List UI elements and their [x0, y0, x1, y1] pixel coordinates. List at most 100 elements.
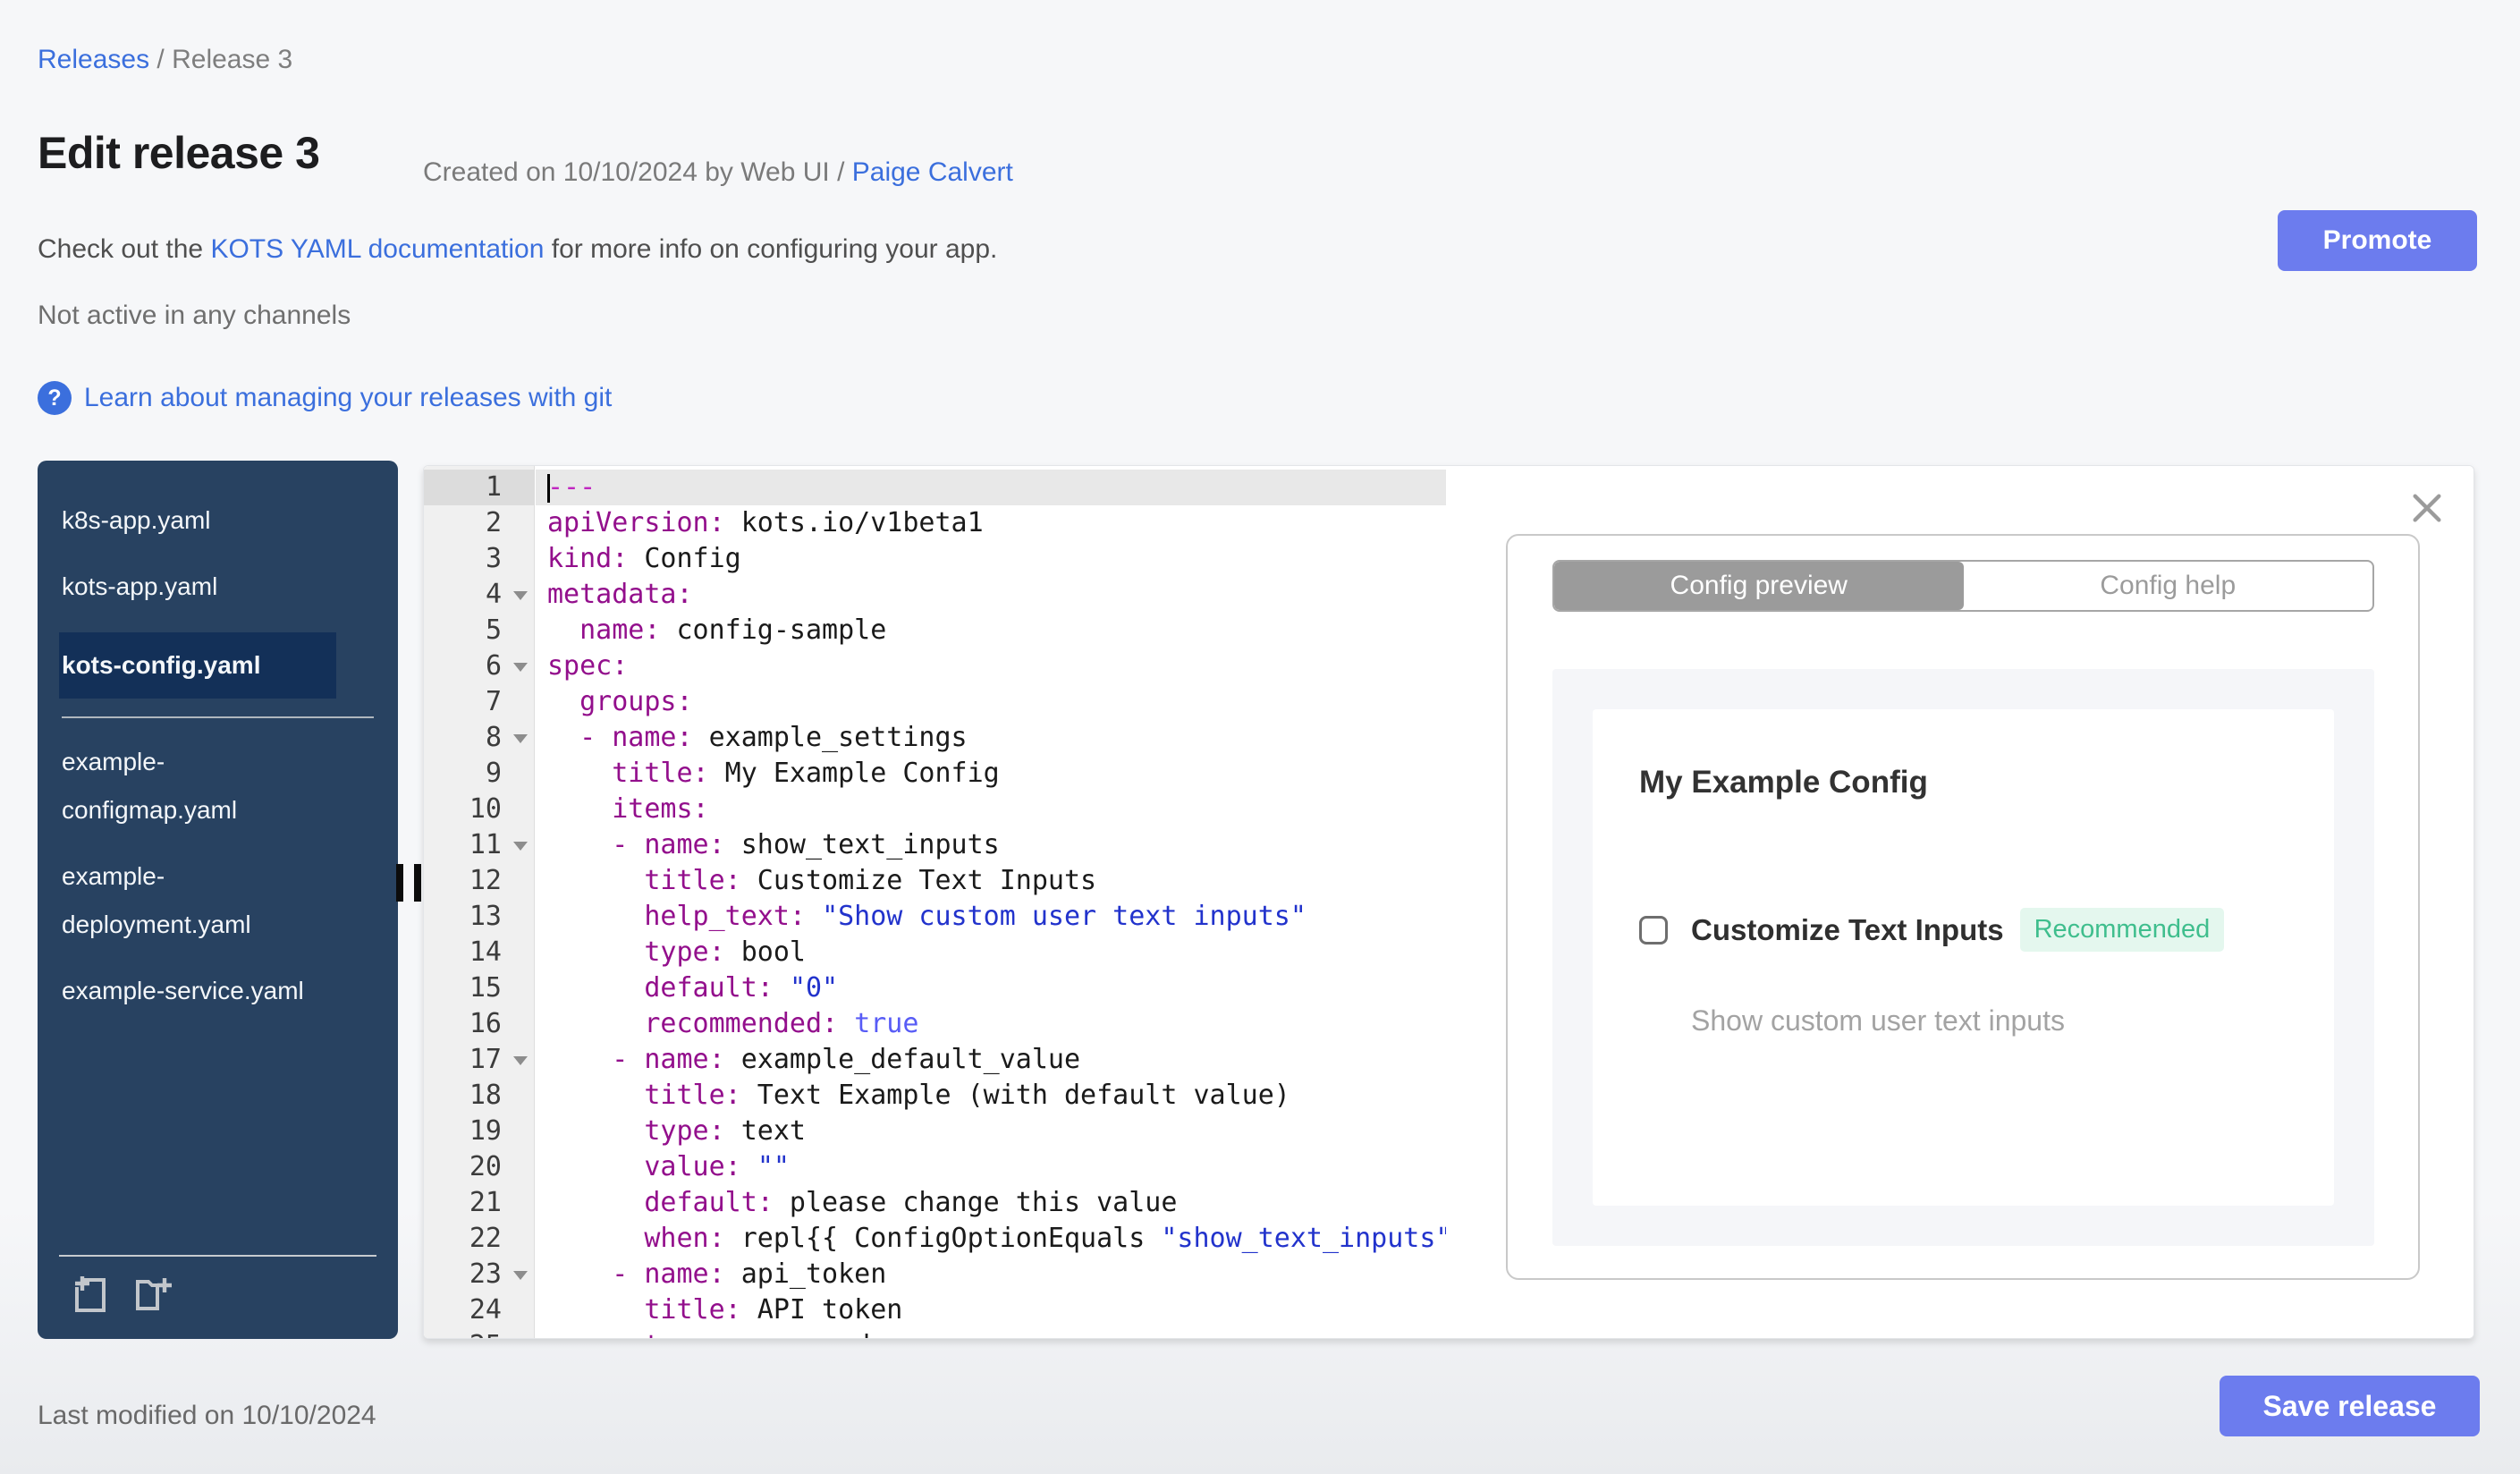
gutter-line-number: 23 [424, 1257, 535, 1292]
config-preview-pane: Config preview Config help My Example Co… [1446, 466, 2473, 1338]
sidebar-footer [59, 1255, 376, 1339]
code-line[interactable]: title: My Example Config [536, 756, 1446, 792]
gutter-line-number: 13 [469, 901, 502, 932]
author-link[interactable]: Paige Calvert [852, 157, 1013, 187]
code-line[interactable]: title: Customize Text Inputs [536, 863, 1446, 899]
channel-status: Not active in any channels [38, 301, 351, 330]
gutter-line-number: 21 [469, 1187, 502, 1218]
yaml-code-editor[interactable]: 1234567891011121314151617181920212223242… [424, 466, 1446, 1338]
code-line[interactable]: - name: example_default_value [536, 1042, 1446, 1078]
gutter-line-number: 24 [469, 1294, 502, 1326]
breadcrumb: Releases / Release 3 [38, 45, 292, 75]
sidebar-file-item[interactable]: kots-app.yaml [59, 563, 336, 611]
fold-arrow-icon[interactable] [513, 591, 528, 600]
config-item-label: Customize Text Inputs [1691, 912, 2004, 946]
gutter-line-number: 1 [424, 470, 535, 505]
fold-arrow-icon[interactable] [513, 663, 528, 672]
created-text: Created on 10/10/2024 by Web UI / [423, 157, 852, 187]
last-modified-text: Last modified on 10/10/2024 [38, 1401, 376, 1430]
sidebar-file-item[interactable]: example-configmap.yaml [59, 738, 336, 834]
fold-arrow-icon[interactable] [513, 734, 528, 743]
code-line[interactable]: default: "0" [536, 970, 1446, 1006]
docs-prefix: Check out the [38, 234, 211, 264]
gutter-line-number: 3 [485, 543, 502, 574]
gutter-line-number: 16 [469, 1008, 502, 1039]
breadcrumb-separator: / [149, 45, 173, 74]
sidebar-divider [62, 716, 374, 718]
code-line[interactable]: --- [536, 470, 1446, 505]
question-mark-icon: ? [38, 381, 72, 415]
git-help-link[interactable]: ? Learn about managing your releases wit… [38, 381, 612, 415]
gutter-line-number: 25 [424, 1328, 535, 1338]
recommended-badge: Recommended [2019, 908, 2225, 952]
config-preview-body: My Example Config Customize Text Inputs … [1552, 669, 2374, 1246]
fold-arrow-icon[interactable] [513, 1056, 528, 1065]
gutter-line-number: 11 [424, 827, 535, 863]
sidebar-file-item[interactable]: k8s-app.yaml [59, 496, 336, 545]
editor-gutter: 1234567891011121314151617181920212223242… [424, 466, 535, 1338]
gutter-line-number: 18 [469, 1080, 502, 1111]
gutter-line-number: 10 [469, 793, 502, 825]
page-title: Edit release 3 [38, 128, 320, 178]
gutter-line-number: 2 [485, 507, 502, 538]
code-line[interactable]: kind: Config [536, 541, 1446, 577]
gutter-line-number: 14 [469, 936, 502, 968]
tab-config-preview[interactable]: Config preview [1554, 562, 1964, 610]
code-line[interactable]: - name: show_text_inputs [536, 827, 1446, 863]
gutter-line-number: 19 [469, 1115, 502, 1147]
sidebar-file-item[interactable]: example-deployment.yaml [59, 852, 336, 949]
fold-arrow-icon[interactable] [513, 1271, 528, 1280]
code-line[interactable]: groups: [536, 684, 1446, 720]
new-folder-icon[interactable] [132, 1273, 175, 1320]
release-meta: Created on 10/10/2024 by Web UI / Paige … [423, 157, 1013, 188]
gutter-line-number: 20 [469, 1151, 502, 1182]
code-line[interactable]: when: repl{{ ConfigOptionEquals "show_te… [536, 1221, 1446, 1257]
code-line[interactable]: - name: example_settings [536, 720, 1446, 756]
config-preview-card: Config preview Config help My Example Co… [1506, 534, 2420, 1280]
code-line[interactable]: apiVersion: kots.io/v1beta1 [536, 505, 1446, 541]
sidebar-file-item[interactable]: kots-config.yaml [59, 632, 336, 699]
code-line[interactable]: help_text: "Show custom user text inputs… [536, 899, 1446, 935]
gutter-line-number: 5 [485, 614, 502, 646]
gutter-line-number: 15 [469, 972, 502, 1004]
code-line[interactable]: type: text [536, 1114, 1446, 1149]
gutter-line-number: 6 [424, 648, 535, 684]
editor-code-area[interactable]: --- apiVersion: kots.io/v1beta1 kind: Conf… [536, 466, 1446, 1338]
code-line[interactable]: default: please change this value [536, 1185, 1446, 1221]
breadcrumb-current: Release 3 [172, 45, 293, 74]
code-line[interactable]: type: bool [536, 935, 1446, 970]
promote-button[interactable]: Promote [2278, 210, 2477, 271]
config-item-row: Customize Text Inputs Recommended [1639, 908, 2225, 952]
code-line[interactable]: value: "" [536, 1149, 1446, 1185]
code-line[interactable]: recommended: true [536, 1006, 1446, 1042]
code-line[interactable]: name: config-sample [536, 613, 1446, 648]
code-line[interactable]: title: API token [536, 1292, 1446, 1328]
code-line[interactable]: type: password [536, 1328, 1446, 1338]
close-icon[interactable] [2409, 490, 2445, 526]
breadcrumb-releases-link[interactable]: Releases [38, 45, 149, 74]
gutter-line-number: 8 [424, 720, 535, 756]
workbench: k8s-app.yaml kots-app.yaml kots-config.yam… [38, 461, 2474, 1339]
kots-yaml-docs-link[interactable]: KOTS YAML documentation [210, 234, 544, 264]
gutter-line-number: 7 [485, 686, 502, 717]
gutter-line-number: 17 [424, 1042, 535, 1078]
file-sidebar: k8s-app.yaml kots-app.yaml kots-config.yam… [38, 461, 398, 1339]
fold-arrow-icon[interactable] [513, 842, 528, 851]
code-line[interactable]: items: [536, 792, 1446, 827]
code-line[interactable]: spec: [536, 648, 1446, 684]
config-item-help: Show custom user text inputs [1691, 1004, 2065, 1037]
config-group-title: My Example Config [1639, 765, 1928, 800]
code-line[interactable]: metadata: [536, 577, 1446, 613]
code-line[interactable]: title: Text Example (with default value) [536, 1078, 1446, 1114]
gutter-line-number: 9 [485, 758, 502, 789]
git-link-label: Learn about managing your releases with … [84, 383, 613, 412]
sidebar-resize-handle[interactable] [396, 864, 421, 902]
tab-config-help[interactable]: Config help [1964, 562, 2373, 610]
new-file-icon[interactable] [70, 1273, 113, 1320]
customize-text-inputs-checkbox[interactable] [1639, 915, 1668, 945]
sidebar-file-item[interactable]: example-service.yaml [59, 967, 336, 1015]
save-release-button[interactable]: Save release [2220, 1376, 2480, 1436]
gutter-line-number: 22 [469, 1223, 502, 1254]
code-line[interactable]: - name: api_token [536, 1257, 1446, 1292]
gutter-line-number: 12 [469, 865, 502, 896]
